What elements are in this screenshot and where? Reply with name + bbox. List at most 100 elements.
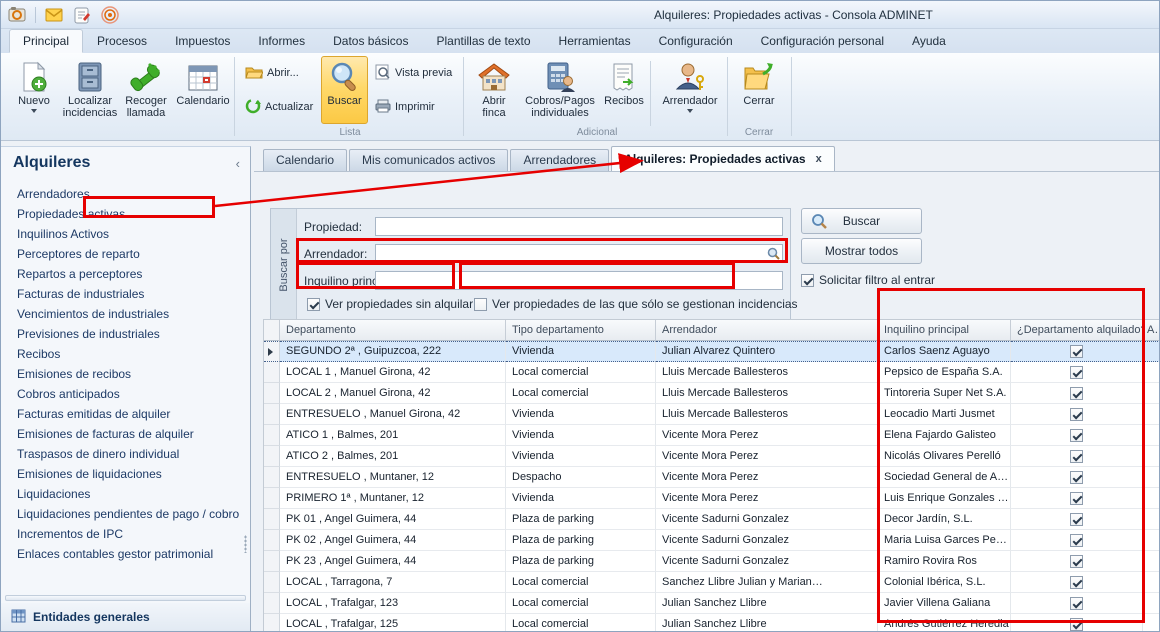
row-selector[interactable] [264,362,280,383]
col-header-inquilino[interactable]: Inquilino principal [878,320,1011,341]
sidebar-item[interactable]: Traspasos de dinero individual [1,444,250,464]
arrendador-input[interactable] [375,244,783,263]
alquilado-checkbox[interactable] [1070,471,1083,484]
ribbon-tab-procesos[interactable]: Procesos [83,29,161,53]
mostrar-todos-button[interactable]: Mostrar todos [801,238,922,264]
imprimir-button[interactable]: Imprimir [375,97,435,117]
table-row[interactable]: PRIMERO 1ª , Muntaner, 12 Vivienda Vicen… [264,488,1160,509]
app-icon[interactable] [7,5,27,25]
alquilado-checkbox[interactable] [1070,576,1083,589]
nuevo-button[interactable]: Nuevo [9,56,59,124]
sidebar-resize-handle[interactable] [244,535,247,553]
col-header-arr-cut[interactable]: Arr [1143,320,1160,341]
table-row[interactable]: PK 02 , Angel Guimera, 44 Plaza de parki… [264,530,1160,551]
solicitar-filtro-checkbox[interactable] [801,274,814,287]
ribbon-tab-principal[interactable]: Principal [9,29,83,53]
alquilado-checkbox[interactable] [1070,597,1083,610]
table-row[interactable]: SEGUNDO 2ª , Guipuzcoa, 222 Vivienda Jul… [264,341,1160,362]
ribbon-tab-ayuda[interactable]: Ayuda [898,29,960,53]
col-header-tipo[interactable]: Tipo departamento [506,320,656,341]
alquilado-checkbox[interactable] [1070,345,1083,358]
ribbon-tab-herramientas[interactable]: Herramientas [545,29,645,53]
ver-incidencias-checkbox[interactable] [474,298,487,311]
abrir-button[interactable]: Abrir... [245,63,299,83]
row-selector[interactable] [264,593,280,614]
mail-icon[interactable] [44,5,64,25]
sidebar-item[interactable]: Recibos [1,344,250,364]
recoger-llamada-button[interactable]: Recoger llamada [121,56,171,124]
alquilado-checkbox[interactable] [1070,555,1083,568]
sidebar-item[interactable]: Repartos a perceptores [1,264,250,284]
inquilino-principal-input[interactable] [375,271,783,290]
table-row[interactable]: ENTRESUELO , Manuel Girona, 42 Vivienda … [264,404,1160,425]
sidebar-item[interactable]: Emisiones de facturas de alquiler [1,424,250,444]
col-header-departamento[interactable]: Departamento [280,320,506,341]
doc-tab-arrendadores[interactable]: Arrendadores [510,149,609,171]
ribbon-tab-impuestos[interactable]: Impuestos [161,29,244,53]
col-header-arrendador[interactable]: Arrendador [656,320,878,341]
sidebar-item[interactable]: Enlaces contables gestor patrimonial [1,544,250,564]
ribbon-tab-configuracion-personal[interactable]: Configuración personal [747,29,898,53]
sidebar-item-entidades-generales[interactable]: Entidades generales [1,603,250,631]
vista-previa-button[interactable]: Vista previa [375,63,452,83]
row-selector[interactable] [264,488,280,509]
ver-sin-alquilar-checkbox[interactable] [307,298,320,311]
arrendador-button[interactable]: Arrendador [657,56,723,124]
sidebar-splitter[interactable] [5,595,246,601]
table-row[interactable]: LOCAL 1 , Manuel Girona, 42 Local comerc… [264,362,1160,383]
row-selector[interactable] [264,530,280,551]
doc-tab-mis-comunicados[interactable]: Mis comunicados activos [349,149,508,171]
sidebar-item[interactable]: Liquidaciones [1,484,250,504]
row-selector[interactable] [264,509,280,530]
calendario-button[interactable]: Calendario [173,56,233,124]
sidebar-collapse-icon[interactable]: ‹ [236,156,240,171]
propiedad-input[interactable] [375,217,783,236]
row-selector[interactable] [264,425,280,446]
signal-icon[interactable] [100,5,120,25]
table-row[interactable]: LOCAL , Trafalgar, 123 Local comercial J… [264,593,1160,614]
ribbon-tab-informes[interactable]: Informes [244,29,319,53]
sidebar-item[interactable]: Propiedades activas [1,204,250,224]
sidebar-item[interactable]: Liquidaciones pendientes de pago / cobro [1,504,250,524]
sidebar-item[interactable]: Perceptores de reparto [1,244,250,264]
alquilado-checkbox[interactable] [1070,387,1083,400]
table-row[interactable]: ATICO 1 , Balmes, 201 Vivienda Vicente M… [264,425,1160,446]
sidebar-item[interactable]: Emisiones de recibos [1,364,250,384]
ribbon-tab-datos-basicos[interactable]: Datos básicos [319,29,422,53]
sidebar-item[interactable]: Inquilinos Activos [1,224,250,244]
alquilado-checkbox[interactable] [1070,450,1083,463]
row-selector[interactable] [264,383,280,404]
ribbon-tab-plantillas[interactable]: Plantillas de texto [422,29,544,53]
alquilado-checkbox[interactable] [1070,534,1083,547]
alquilado-checkbox[interactable] [1070,513,1083,526]
recibos-button[interactable]: Recibos [601,56,647,124]
buscar-button[interactable]: Buscar [801,208,922,234]
table-row[interactable]: PK 01 , Angel Guimera, 44 Plaza de parki… [264,509,1160,530]
sidebar-item[interactable]: Vencimientos de industriales [1,304,250,324]
row-selector[interactable] [264,467,280,488]
cobros-pagos-button[interactable]: Cobros/Pagos individuales [521,56,599,124]
row-selector[interactable] [264,614,280,631]
table-row[interactable]: LOCAL , Trafalgar, 125 Local comercial J… [264,614,1160,631]
abrir-finca-button[interactable]: Abrir finca [469,56,519,124]
localizar-incidencias-button[interactable]: Localizar incidencias [61,56,119,124]
alquilado-checkbox[interactable] [1070,366,1083,379]
sidebar-item[interactable]: Previsiones de industriales [1,324,250,344]
cerrar-button[interactable]: Cerrar [733,56,785,124]
alquilado-checkbox[interactable] [1070,618,1083,631]
sidebar-item[interactable]: Incrementos de IPC [1,524,250,544]
alquilado-checkbox[interactable] [1070,429,1083,442]
doc-tab-calendario[interactable]: Calendario [263,149,347,171]
tab-close-icon[interactable]: x [816,154,822,164]
alquilado-checkbox[interactable] [1070,492,1083,505]
ribbon-tab-configuracion[interactable]: Configuración [645,29,747,53]
sidebar-item[interactable]: Facturas de industriales [1,284,250,304]
row-selector[interactable] [264,551,280,572]
row-selector[interactable] [264,404,280,425]
row-selector[interactable] [264,341,280,362]
table-row[interactable]: LOCAL , Tarragona, 7 Local comercial San… [264,572,1160,593]
actualizar-button[interactable]: Actualizar [245,97,313,117]
table-row[interactable]: ATICO 2 , Balmes, 201 Vivienda Vicente M… [264,446,1160,467]
table-row[interactable]: LOCAL 2 , Manuel Girona, 42 Local comerc… [264,383,1160,404]
sidebar-item[interactable]: Emisiones de liquidaciones [1,464,250,484]
